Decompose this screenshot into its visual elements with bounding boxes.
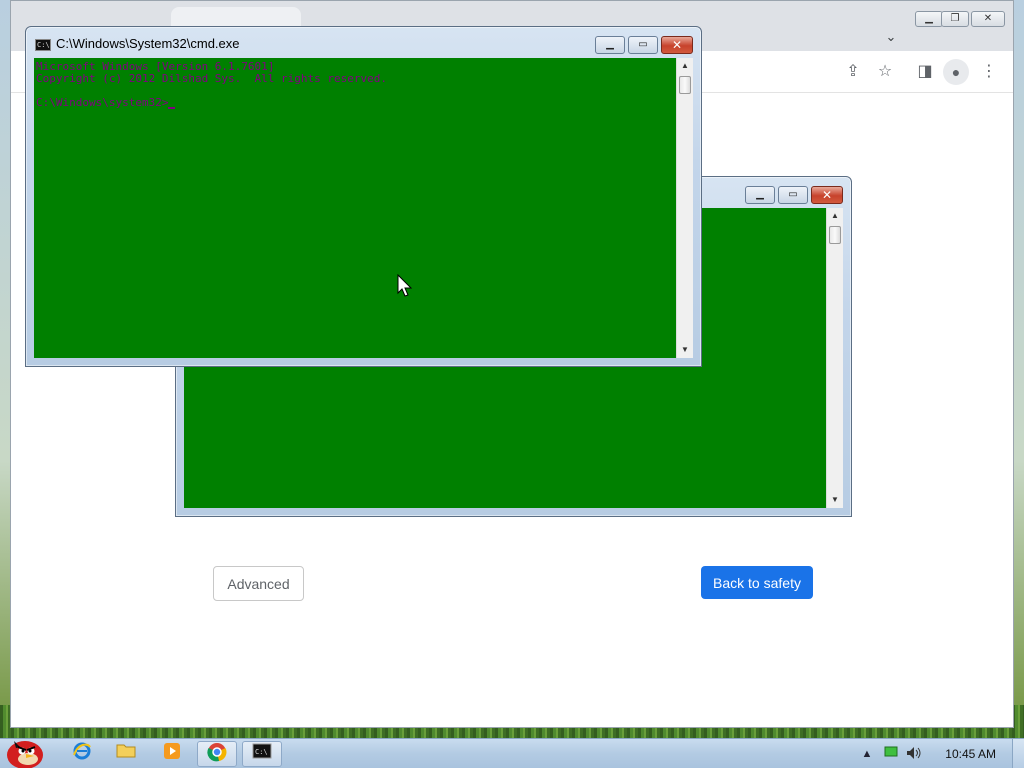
- scroll-down-icon[interactable]: ▼: [677, 342, 693, 358]
- star-icon[interactable]: ☆: [873, 60, 897, 84]
- cmd-back-close-button[interactable]: ✕: [811, 186, 843, 204]
- network-icon[interactable]: [883, 746, 899, 762]
- side-panel-icon[interactable]: ◨: [913, 60, 937, 84]
- show-hidden-icons-icon[interactable]: ▲: [859, 746, 875, 762]
- angry-bird-start-icon[interactable]: [2, 733, 48, 768]
- cmd-front-maximize-button[interactable]: ▭: [628, 36, 658, 54]
- scroll-down-icon[interactable]: ▼: [827, 492, 843, 508]
- system-clock[interactable]: 10:45 AM: [945, 747, 996, 761]
- cmd-front-scrollbar[interactable]: ▲ ▼: [676, 58, 693, 358]
- svg-text:C:\: C:\: [255, 748, 268, 756]
- chevron-down-icon[interactable]: ⌄: [879, 25, 903, 49]
- folder-icon[interactable]: [106, 741, 146, 767]
- chrome-icon[interactable]: [197, 741, 237, 767]
- console-prompt-line: C:\Windows\system32>: [36, 97, 674, 109]
- scroll-thumb[interactable]: [829, 226, 841, 244]
- volume-icon[interactable]: [906, 746, 922, 762]
- scroll-up-icon[interactable]: ▲: [677, 58, 693, 74]
- media-player-icon[interactable]: [152, 741, 192, 767]
- advanced-button[interactable]: Advanced: [213, 566, 304, 601]
- show-desktop-button[interactable]: [1012, 739, 1024, 768]
- cmd-icon[interactable]: C:\: [242, 741, 282, 767]
- cmd-back-scrollbar[interactable]: ▲ ▼: [826, 208, 843, 508]
- text-cursor: [168, 98, 176, 109]
- cmd-back-maximize-button[interactable]: ▭: [778, 186, 808, 204]
- cmd-icon: C:\: [35, 39, 51, 51]
- menu-icon[interactable]: ⋮: [977, 60, 1001, 84]
- console-prompt: C:\Windows\system32>: [36, 96, 169, 109]
- back-to-safety-button[interactable]: Back to safety: [701, 566, 813, 599]
- cmd-front-close-button[interactable]: ✕: [661, 36, 693, 54]
- scroll-thumb[interactable]: [679, 76, 691, 94]
- cmd-front-minimize-button[interactable]: ▁: [595, 36, 625, 54]
- share-icon[interactable]: ⇪: [841, 60, 865, 84]
- cmd-front-console[interactable]: Microsoft Windows [Version 6.1.7601] Copy…: [34, 58, 676, 358]
- browser-restore-button[interactable]: ❐: [941, 11, 969, 27]
- browser-minimize-button[interactable]: ▁: [915, 11, 943, 27]
- cmd-front-title: C:\Windows\System32\cmd.exe: [56, 36, 240, 51]
- internet-explorer-icon[interactable]: [62, 741, 102, 767]
- cmd-back-minimize-button[interactable]: ▁: [745, 186, 775, 204]
- profile-icon[interactable]: ●: [943, 59, 969, 85]
- console-line: Copyright (c) 2012 Dilshad Sys. All righ…: [36, 72, 387, 85]
- scroll-up-icon[interactable]: ▲: [827, 208, 843, 224]
- cmd-window-front[interactable]: C:\ C:\Windows\System32\cmd.exe ▁ ▭ ✕ Mi…: [25, 26, 702, 367]
- browser-close-button[interactable]: ✕: [971, 11, 1005, 27]
- cmd-front-titlebar[interactable]: C:\ C:\Windows\System32\cmd.exe ▁ ▭ ✕: [26, 27, 701, 57]
- mouse-pointer-icon: [397, 274, 413, 297]
- taskbar: C:\ ▲ 10:45 AM: [0, 738, 1024, 768]
